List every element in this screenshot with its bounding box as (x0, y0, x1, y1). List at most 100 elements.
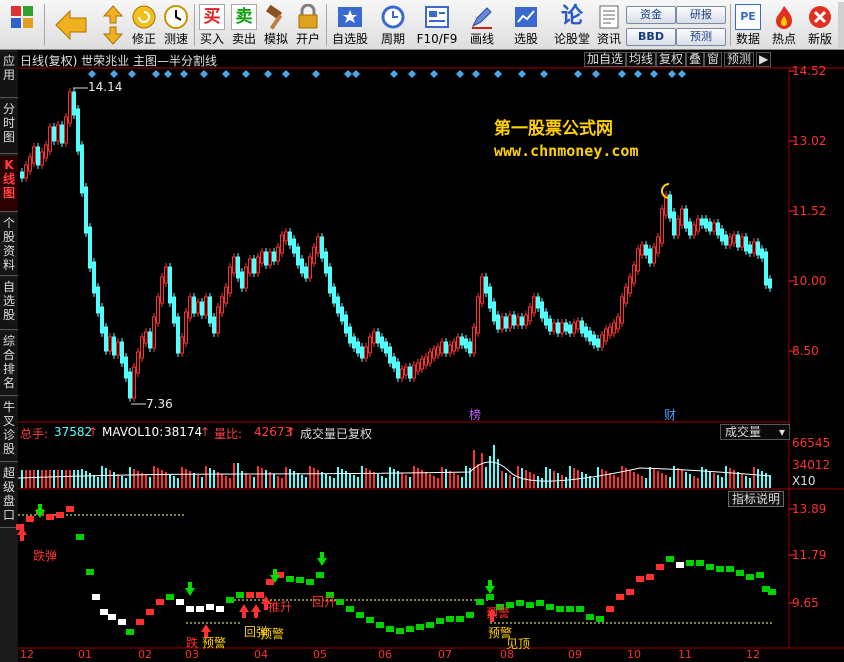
candle-body (124, 356, 128, 379)
volume-bar (481, 453, 483, 488)
candle-body (72, 91, 76, 116)
rank-marker[interactable]: 榜 (469, 406, 481, 423)
indicator-bar (108, 614, 116, 620)
indicator-bar (476, 599, 484, 605)
candle-body (60, 124, 64, 144)
signal-diamond (668, 70, 676, 78)
volume-bar (161, 470, 163, 488)
volume-bar (573, 468, 575, 488)
indicator-bar (296, 577, 304, 583)
candle-body (460, 336, 464, 346)
candle-body (564, 322, 568, 332)
candle-body (684, 208, 688, 229)
candle-body (304, 266, 308, 279)
finance-marker[interactable]: 财 (664, 406, 676, 423)
volume-bar (513, 477, 515, 488)
candle-body (484, 276, 488, 294)
candle-body (92, 261, 96, 294)
volume-indicator-select[interactable]: 成交量 ▾ (720, 424, 790, 440)
signal-diamond (264, 70, 272, 78)
volume-bar (265, 470, 267, 488)
candle-body (608, 326, 612, 336)
volume-bar (725, 466, 727, 488)
indicator-bar (746, 574, 754, 580)
volume-bar (97, 477, 99, 488)
volume-bar (753, 467, 755, 488)
volume-bar (561, 475, 563, 488)
candle-body (640, 244, 644, 256)
indicator-bar (76, 534, 84, 540)
signal-diamond (456, 70, 464, 78)
volume-bar (665, 475, 667, 488)
signal-diamond (472, 70, 480, 78)
candle-body (20, 171, 24, 179)
candle-body (44, 144, 48, 159)
volume-bar (409, 477, 411, 488)
candle-body (616, 316, 620, 330)
volume-bar (721, 477, 723, 488)
candle-body (588, 330, 592, 342)
candle-body (584, 326, 588, 338)
indicator-bar (646, 574, 654, 580)
candle-body (84, 186, 88, 234)
candle-body (260, 251, 264, 264)
indicator-bar (616, 594, 624, 600)
indicator-bar (696, 560, 704, 566)
volume-bar (549, 469, 551, 488)
volume-bar (381, 476, 383, 488)
volume-bar (213, 470, 215, 488)
volume-bar (249, 475, 251, 488)
candle-body (520, 316, 524, 326)
candle-body (528, 306, 532, 322)
volume-bar (341, 469, 343, 488)
volume-bar (433, 476, 435, 488)
candle-body (468, 341, 472, 354)
indicator-bar (236, 592, 244, 598)
candle-body (592, 334, 596, 346)
candle-body (288, 231, 292, 246)
volume-bar (685, 472, 687, 488)
volume-bar (649, 467, 651, 488)
liangbi-label: 量比: (214, 427, 243, 441)
candle-body (464, 338, 468, 349)
indicator-bar (666, 556, 674, 562)
indicator-bar (266, 579, 274, 585)
volume-bar (353, 475, 355, 488)
signal-diamond (200, 70, 208, 78)
candle-body (312, 246, 316, 264)
indicator-bar (426, 622, 434, 628)
candle-body (280, 234, 284, 254)
indicator-bar (256, 592, 264, 598)
volume-bar (425, 472, 427, 488)
indicator-bar (92, 594, 100, 600)
candle-body (696, 218, 700, 232)
indicator-bar (456, 616, 464, 622)
volume-bar (437, 478, 439, 488)
candle-body (628, 276, 632, 294)
candle-body (68, 91, 72, 124)
candle-body (660, 208, 664, 244)
high-price-label: 14.14 (88, 80, 123, 94)
indicator-bar (186, 606, 194, 612)
candle-body (248, 258, 252, 274)
volume-bar (301, 475, 303, 488)
candle-body (548, 318, 552, 332)
volume-bar (553, 471, 555, 488)
volume-bar (441, 467, 443, 488)
candle-body (148, 331, 152, 349)
signal-diamond (408, 70, 416, 78)
indicator-help-button[interactable]: 指标说明 (728, 491, 784, 507)
indicator-bar (346, 606, 354, 612)
indicator-tick: 11.79 (792, 548, 827, 562)
indicator-bar (146, 609, 154, 615)
volume-bar (65, 470, 67, 488)
volume-bar (41, 470, 43, 488)
indicator-bar (376, 622, 384, 628)
candle-body (648, 248, 652, 264)
volume-bar (445, 469, 447, 488)
candle-body (176, 316, 180, 354)
signal-diamond (390, 70, 398, 78)
candle-body (732, 234, 736, 244)
candle-body (428, 351, 432, 364)
candle-body (24, 164, 28, 179)
